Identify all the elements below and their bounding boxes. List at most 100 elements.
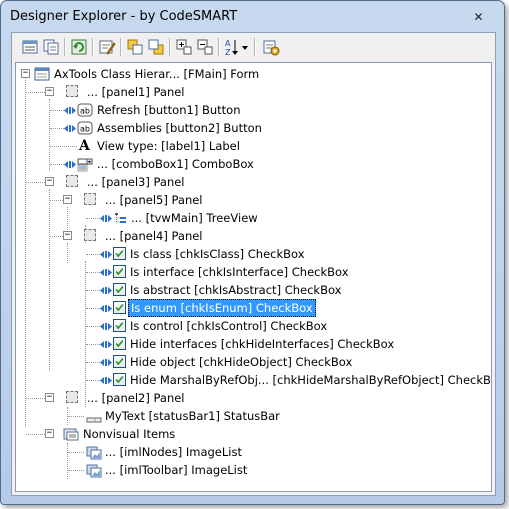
panel-icon bbox=[66, 175, 78, 187]
tree-node-label: Hide MarshalByRefObj... [chkHideMarshalB… bbox=[130, 373, 492, 387]
sort-icon[interactable]: AZ bbox=[224, 38, 250, 56]
treeview-icon bbox=[115, 213, 126, 223]
tree-connector bbox=[50, 146, 77, 147]
tree-connector bbox=[26, 92, 45, 93]
tree-node-chkiscontrol[interactable]: Is control [chkIsControl] CheckBox bbox=[16, 317, 491, 335]
toolbar-separator bbox=[218, 38, 220, 56]
tree-node-panel5[interactable]: − ... [panel5] Panel bbox=[16, 191, 491, 209]
anchor-icon bbox=[100, 359, 112, 366]
tree-node-chkhideinterfaces[interactable]: Hide interfaces [chkHideInterfaces] Chec… bbox=[16, 335, 491, 353]
collapse-toggle[interactable]: − bbox=[45, 429, 54, 438]
tree-node-label: ... [imlNodes] ImageList bbox=[105, 445, 242, 459]
checkbox-icon bbox=[113, 247, 126, 260]
copy-icon[interactable] bbox=[42, 38, 60, 56]
tree-node-label: Hide interfaces [chkHideInterfaces] Chec… bbox=[130, 337, 395, 351]
tree-connector bbox=[26, 182, 45, 183]
expand-all-icon[interactable] bbox=[175, 38, 193, 56]
anchor-icon bbox=[100, 305, 112, 312]
tree-node-label: ... [panel3] Panel bbox=[87, 175, 185, 189]
tree-connector bbox=[50, 200, 63, 201]
designer-explorer-window: Designer Explorer - by CodeSMART ✕ AZ − … bbox=[0, 0, 505, 505]
explorer-panel: AZ − AxTools Class Hierar... [FMain] For… bbox=[11, 32, 496, 496]
tree-node-label: Nonvisual Items bbox=[83, 427, 176, 441]
settings-icon[interactable] bbox=[262, 38, 280, 56]
tree-node-button2[interactable]: ab Assemblies [button2] Button bbox=[16, 119, 491, 137]
tree-connector bbox=[50, 164, 64, 165]
tree-connector bbox=[50, 110, 64, 111]
checkbox-icon bbox=[113, 373, 126, 386]
toolbar: AZ bbox=[12, 33, 495, 61]
tree-node-panel2[interactable]: − ... [panel2] Panel bbox=[16, 389, 491, 407]
tree-node-label: AxTools Class Hierar... [FMain] Form bbox=[54, 67, 260, 81]
checkbox-icon bbox=[113, 337, 126, 350]
tree-node-button1[interactable]: ab Refresh [button1] Button bbox=[16, 101, 491, 119]
tree-node-label: View type: [label1] Label bbox=[97, 139, 240, 153]
anchor-icon bbox=[64, 107, 76, 114]
collapse-toggle[interactable]: − bbox=[21, 69, 30, 78]
checkbox-icon bbox=[113, 355, 126, 368]
tree-node-label: Is class [chkIsClass] CheckBox bbox=[130, 247, 305, 261]
anchor-icon bbox=[100, 287, 112, 294]
checkbox-icon bbox=[113, 319, 126, 332]
close-button[interactable]: ✕ bbox=[472, 11, 485, 24]
panel-icon bbox=[84, 193, 96, 205]
tree-connector bbox=[86, 272, 100, 273]
designer-tree[interactable]: − AxTools Class Hierar... [FMain] Form −… bbox=[15, 62, 492, 492]
collapse-toggle[interactable]: − bbox=[45, 393, 54, 402]
panel-icon bbox=[84, 229, 96, 241]
checkbox-icon bbox=[113, 283, 126, 296]
bring-front-icon[interactable] bbox=[126, 38, 144, 56]
tree-node-combobox1[interactable]: ... [comboBox1] ComboBox bbox=[16, 155, 491, 173]
tree-node-panel1[interactable]: − ... [panel1] Panel bbox=[16, 83, 491, 101]
tree-node-statusbar1[interactable]: MyText [statusBar1] StatusBar bbox=[16, 407, 491, 425]
form-icon bbox=[34, 67, 50, 81]
tree-node-label: ... [panel1] Panel bbox=[87, 85, 185, 99]
tree-node-chkhidemarshal[interactable]: Hide MarshalByRefObj... [chkHideMarshalB… bbox=[16, 371, 491, 389]
tree-node-root[interactable]: − AxTools Class Hierar... [FMain] Form bbox=[16, 65, 491, 83]
button-icon: ab bbox=[77, 103, 93, 117]
panel-icon bbox=[66, 391, 78, 403]
anchor-icon bbox=[100, 251, 112, 258]
collapse-toggle[interactable]: − bbox=[45, 87, 54, 96]
window-title: Designer Explorer - by CodeSMART bbox=[10, 9, 238, 24]
collapse-all-icon[interactable] bbox=[196, 38, 214, 56]
tree-connector bbox=[26, 434, 45, 435]
tree-node-label: ... [imlToolbar] ImageList bbox=[105, 463, 248, 477]
properties-icon[interactable] bbox=[21, 38, 39, 56]
tree-node-chkisabstract[interactable]: Is abstract [chkIsAbstract] CheckBox bbox=[16, 281, 491, 299]
toolbar-separator bbox=[254, 38, 256, 56]
tree-node-imltoolbar[interactable]: ... [imlToolbar] ImageList bbox=[16, 461, 491, 479]
anchor-icon bbox=[100, 323, 112, 330]
anchor-icon bbox=[64, 161, 76, 168]
tree-connector bbox=[86, 380, 100, 381]
tree-node-chkisenum[interactable]: Is enum [chkIsEnum] CheckBox bbox=[16, 299, 491, 317]
tree-node-label1[interactable]: A View type: [label1] Label bbox=[16, 137, 491, 155]
tree-node-panel3[interactable]: − ... [panel3] Panel bbox=[16, 173, 491, 191]
tree-node-label: Hide object [chkHideObject] CheckBox bbox=[130, 355, 353, 369]
tree-node-panel4[interactable]: − ... [panel4] Panel bbox=[16, 227, 491, 245]
tree-node-label: Refresh [button1] Button bbox=[97, 103, 241, 117]
edit-icon[interactable] bbox=[98, 38, 116, 56]
collapse-toggle[interactable]: − bbox=[45, 177, 54, 186]
tree-connector bbox=[86, 218, 100, 219]
tree-connector bbox=[86, 362, 100, 363]
tree-node-label: ... [comboBox1] ComboBox bbox=[97, 157, 254, 171]
collapse-toggle[interactable]: − bbox=[63, 231, 72, 240]
panel-icon bbox=[66, 85, 78, 97]
toolbar-separator bbox=[120, 38, 122, 56]
combobox-icon bbox=[77, 158, 93, 172]
tree-node-imlnodes[interactable]: ... [imlNodes] ImageList bbox=[16, 443, 491, 461]
tree-node-nonvisual[interactable]: − Nonvisual Items bbox=[16, 425, 491, 443]
send-back-icon[interactable] bbox=[147, 38, 165, 56]
collapse-toggle[interactable]: − bbox=[63, 195, 72, 204]
tree-node-tvwmain[interactable]: ... [tvwMain] TreeView bbox=[16, 209, 491, 227]
svg-text:ab: ab bbox=[80, 125, 90, 134]
tree-node-chkhideobject[interactable]: Hide object [chkHideObject] CheckBox bbox=[16, 353, 491, 371]
anchor-icon bbox=[100, 269, 112, 276]
tree-node-chkisclass[interactable]: Is class [chkIsClass] CheckBox bbox=[16, 245, 491, 263]
refresh-icon[interactable] bbox=[70, 38, 88, 56]
tree-connector bbox=[68, 416, 84, 417]
tree-node-chkisinterface[interactable]: Is interface [chkIsInterface] CheckBox bbox=[16, 263, 491, 281]
tree-connector bbox=[26, 398, 45, 399]
svg-text:Z: Z bbox=[225, 48, 231, 56]
